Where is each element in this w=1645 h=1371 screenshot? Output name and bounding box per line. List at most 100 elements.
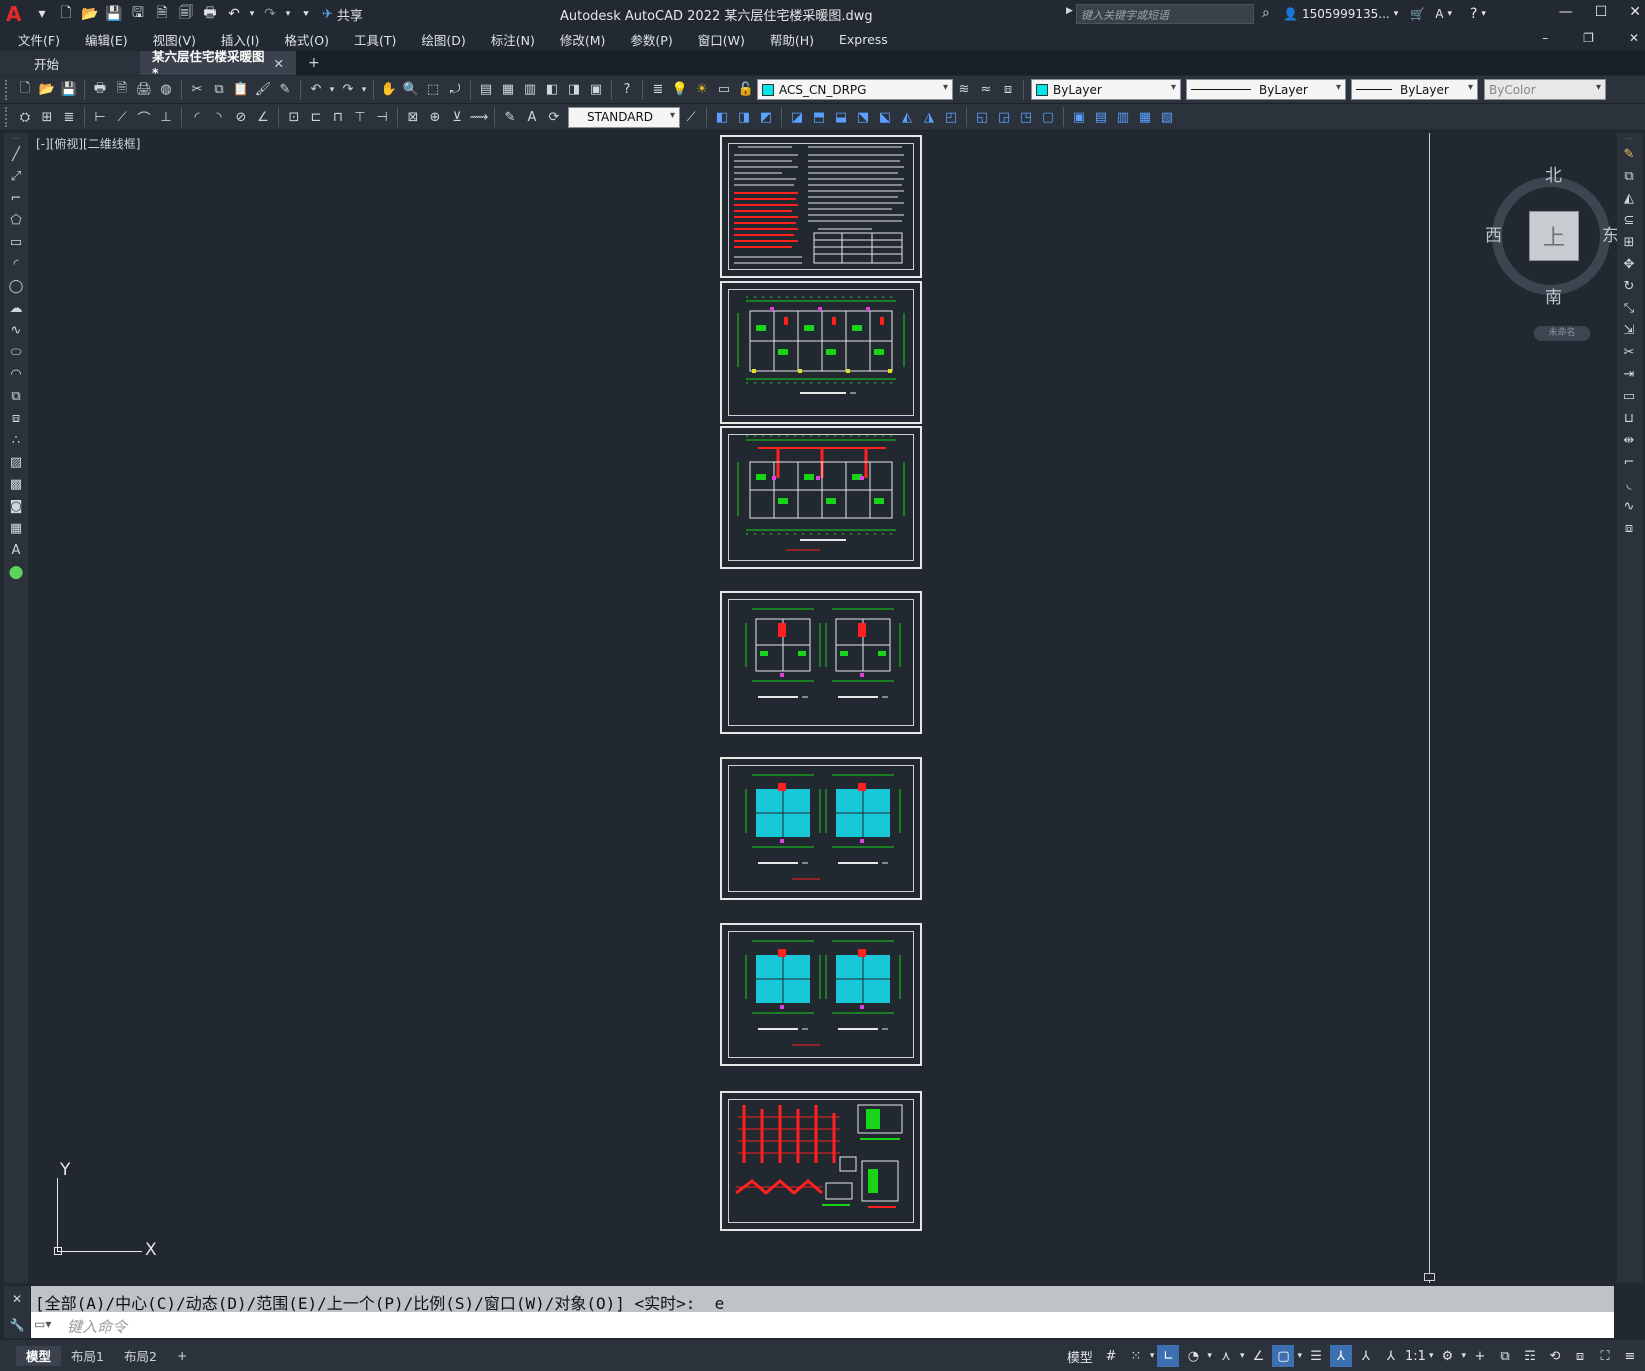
- rotate-faces-icon[interactable]: ⬕: [874, 106, 896, 128]
- search-input[interactable]: 键入关键字或短语: [1076, 4, 1254, 24]
- menu-tools[interactable]: 工具(T): [354, 30, 396, 49]
- scale-icon[interactable]: ⤡: [1617, 297, 1641, 319]
- polar-icon[interactable]: ◔: [1182, 1345, 1204, 1367]
- copy-object-icon[interactable]: ⧉: [1617, 165, 1641, 187]
- publish-icon[interactable]: 🗐: [176, 4, 196, 24]
- cut-icon[interactable]: ✂: [186, 79, 208, 101]
- move-icon[interactable]: ✥: [1617, 253, 1641, 275]
- intersect-icon[interactable]: ◩: [755, 106, 777, 128]
- customization-menu-icon[interactable]: ≡: [1619, 1345, 1641, 1367]
- rectangle-icon[interactable]: ▭: [4, 231, 28, 253]
- toolbar-grip[interactable]: [5, 107, 11, 127]
- doc-close-icon[interactable]: ✕: [1629, 31, 1639, 45]
- extend-icon[interactable]: ⇥: [1617, 363, 1641, 385]
- trim-icon[interactable]: ✂: [1617, 341, 1641, 363]
- sheet-unit-2[interactable]: [720, 757, 922, 900]
- point-icon[interactable]: ∴: [4, 429, 28, 451]
- help-icon[interactable]: ?: [616, 79, 638, 101]
- toolbar-grip[interactable]: ⋯: [4, 133, 28, 143]
- move-faces-icon[interactable]: ⬒: [808, 106, 830, 128]
- search-expand-icon[interactable]: ▶: [1066, 6, 1073, 16]
- join-icon[interactable]: ⇹: [1617, 429, 1641, 451]
- pan-icon[interactable]: ✋: [378, 79, 400, 101]
- tolerance-icon[interactable]: ⊠: [402, 106, 424, 128]
- redo-dropdown-icon[interactable]: ▾: [359, 79, 369, 101]
- design-center-icon[interactable]: ▦: [497, 79, 519, 101]
- doc-restore-icon[interactable]: ❐: [1583, 31, 1594, 45]
- annotation-scale-icon[interactable]: ⅄: [1380, 1345, 1402, 1367]
- shell-icon[interactable]: ▢: [1037, 106, 1059, 128]
- extract-edges-icon[interactable]: ▤: [1090, 106, 1112, 128]
- tab-close-icon[interactable]: ✕: [274, 56, 284, 71]
- rotate-icon[interactable]: ↻: [1617, 275, 1641, 297]
- object-snap-icon[interactable]: ▢: [1272, 1345, 1295, 1367]
- isodraft-icon[interactable]: ⋏: [1215, 1345, 1237, 1367]
- new-icon[interactable]: 🗋: [14, 79, 36, 101]
- open-icon[interactable]: 📂: [80, 4, 100, 24]
- arc-length-icon[interactable]: ⌒: [133, 106, 155, 128]
- new-tab-button[interactable]: +: [296, 51, 332, 75]
- recent-commands-icon[interactable]: ▭▾: [34, 1317, 51, 1331]
- aligned-dimension-icon[interactable]: ⟋: [111, 106, 133, 128]
- sheet-unit-3[interactable]: [720, 923, 922, 1066]
- tool-palettes-icon[interactable]: ▥: [519, 79, 541, 101]
- object-snap-tracking-icon[interactable]: ∠: [1247, 1345, 1269, 1367]
- ellipse-icon[interactable]: ⬭: [4, 341, 28, 363]
- erase-icon[interactable]: ✎: [1617, 143, 1641, 165]
- toolbar-grip[interactable]: ⋯: [1617, 133, 1641, 143]
- spline-icon[interactable]: ∿: [4, 319, 28, 341]
- break-icon[interactable]: ⊔: [1617, 407, 1641, 429]
- customize-dropdown-icon[interactable]: ⯆: [296, 4, 316, 24]
- imprint-icon[interactable]: ◱: [971, 106, 993, 128]
- undo-dropdown-icon[interactable]: ▾: [248, 4, 256, 24]
- gradient-icon[interactable]: ▩: [4, 473, 28, 495]
- menu-express[interactable]: Express: [839, 32, 888, 47]
- menu-parametric[interactable]: 参数(P): [630, 30, 672, 49]
- lineweight-select[interactable]: ByLayer ▾: [1351, 79, 1478, 100]
- annotation-scale-value[interactable]: 1:1: [1405, 1349, 1426, 1364]
- tab-drawing[interactable]: 某六层住宅楼采暖图* ✕: [140, 49, 296, 80]
- layer-state-icon[interactable]: ⧈: [997, 79, 1019, 101]
- copy-icon[interactable]: ⧉: [208, 79, 230, 101]
- revision-cloud-icon[interactable]: ☁: [4, 297, 28, 319]
- command-customize-icon[interactable]: 🔧: [4, 1312, 30, 1338]
- color-faces-icon[interactable]: ◰: [940, 106, 962, 128]
- object-snap-dropdown-icon[interactable]: ▾: [1297, 1351, 1302, 1361]
- properties-icon[interactable]: ▤: [475, 79, 497, 101]
- workspace-icon[interactable]: ⛭: [14, 106, 36, 128]
- layer-previous-icon[interactable]: ≈: [975, 79, 997, 101]
- chamfer-icon[interactable]: ⌐: [1617, 451, 1641, 473]
- mirror-icon[interactable]: ◭: [1617, 187, 1641, 209]
- array-icon[interactable]: ⊞: [1617, 231, 1641, 253]
- construction-line-icon[interactable]: ⤢: [4, 165, 28, 187]
- plot-preview-icon[interactable]: 🗎: [152, 4, 172, 24]
- maximize-icon[interactable]: ☐: [1595, 4, 1608, 20]
- wcs-menu[interactable]: 未命名: [1534, 326, 1590, 341]
- color-select[interactable]: ByLayer ▾: [1031, 79, 1181, 100]
- make-block-icon[interactable]: ⧈: [4, 407, 28, 429]
- paste-icon[interactable]: 📋: [230, 79, 252, 101]
- dimension-style-icon[interactable]: ⟋: [680, 106, 702, 128]
- ellipse-arc-icon[interactable]: ◠: [4, 363, 28, 385]
- markup-icon[interactable]: ◨: [563, 79, 585, 101]
- drawing-canvas[interactable]: [-][俯视][二维线框] 上 北 南 东 西 未命名 X Y: [33, 133, 1619, 1283]
- snap-dropdown-icon[interactable]: ▾: [1150, 1351, 1155, 1361]
- ordinate-dimension-icon[interactable]: ⊥: [155, 106, 177, 128]
- close-icon[interactable]: ✕: [1629, 4, 1641, 20]
- compass-south[interactable]: 南: [1545, 283, 1562, 308]
- minimize-icon[interactable]: —: [1559, 4, 1573, 20]
- text-style-select[interactable]: STANDARD ▾: [568, 106, 680, 128]
- publish-icon[interactable]: 🖨: [133, 79, 155, 101]
- viewcube[interactable]: 上 北 南 东 西 未命名: [1471, 153, 1621, 343]
- sheet-system[interactable]: [720, 1091, 922, 1231]
- break-at-point-icon[interactable]: ▭: [1617, 385, 1641, 407]
- redo-icon[interactable]: ↷: [260, 4, 280, 24]
- dimension-update-icon[interactable]: ⟳: [543, 106, 565, 128]
- annotation-monitor-icon[interactable]: +: [1469, 1345, 1491, 1367]
- workspace-gear-icon[interactable]: ⚙: [1436, 1345, 1458, 1367]
- ucs-icon[interactable]: ⊞: [36, 106, 58, 128]
- offset-icon[interactable]: ⊆: [1617, 209, 1641, 231]
- add-layout-button[interactable]: +: [167, 1346, 197, 1366]
- quick-dimension-icon[interactable]: ⊡: [283, 106, 305, 128]
- polyline-icon[interactable]: ⌐: [4, 187, 28, 209]
